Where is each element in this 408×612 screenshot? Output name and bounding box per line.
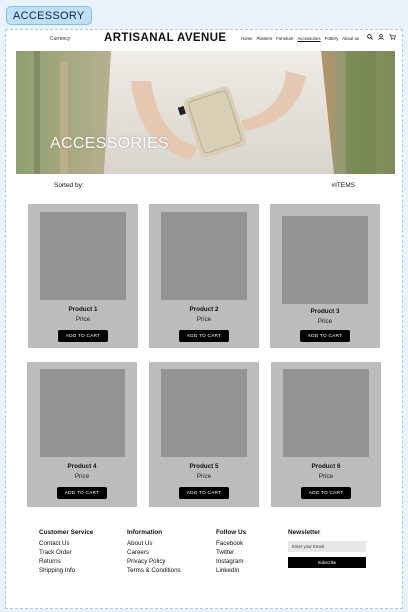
add-to-cart-button[interactable]: ADD TO CART	[301, 487, 351, 499]
add-to-cart-button[interactable]: ADD TO CART	[179, 330, 229, 342]
product-card[interactable]: Product 3 Price ADD TO CART	[270, 204, 380, 348]
product-price: Price	[317, 318, 333, 325]
hero-banner: ACCESSORIES	[16, 51, 395, 174]
hero-title: ACCESSORIES	[50, 135, 169, 152]
footer-link-facebook[interactable]: Facebook	[216, 539, 246, 548]
user-icon[interactable]	[378, 34, 384, 40]
footer-heading: Customer Service	[39, 529, 94, 536]
product-name: Product 5	[189, 463, 219, 470]
product-image[interactable]	[161, 369, 247, 457]
footer-link-shipping-info[interactable]: Shipping Info	[39, 566, 93, 575]
product-image[interactable]	[161, 212, 247, 300]
product-price: Price	[318, 473, 334, 480]
product-price: Price	[75, 316, 91, 323]
newsletter-heading: Newsletter	[288, 529, 321, 536]
footer-link-instagram[interactable]: Instagram	[216, 557, 246, 566]
cart-icon[interactable]	[389, 34, 396, 40]
site-header: Currency ARTISANAL AVENUE Home Planters …	[14, 29, 396, 49]
sort-bar: Sorted by: #ITEMS	[16, 180, 395, 194]
add-to-cart-button[interactable]: ADD TO CART	[179, 487, 229, 499]
footer-link-about-us[interactable]: About Us	[127, 539, 181, 548]
footer-follow-us: Follow Us Facebook Twitter Instagram Lin…	[216, 529, 246, 575]
main-nav: Home Planters Furniture Accessories Pott…	[241, 36, 359, 41]
product-image[interactable]	[40, 212, 126, 300]
nav-about-us[interactable]: About us	[342, 36, 359, 41]
brand-logo[interactable]: ARTISANAL AVENUE	[104, 32, 226, 44]
page-tag: ACCESSORY	[6, 6, 92, 25]
footer-heading: Follow Us	[216, 529, 247, 536]
product-name: Product 2	[189, 306, 219, 313]
nav-furniture[interactable]: Furniture	[276, 36, 293, 41]
newsletter-email-field[interactable]: Enter your Email	[288, 541, 366, 552]
product-card[interactable]: Product 5 Price ADD TO CART	[149, 362, 259, 507]
hero-image	[16, 51, 395, 174]
product-image[interactable]	[40, 369, 125, 457]
nav-planters[interactable]: Planters	[256, 36, 272, 41]
add-to-cart-button[interactable]: ADD TO CART	[58, 330, 108, 342]
items-count: #ITEMS	[331, 182, 355, 189]
footer-link-linkedin[interactable]: LinkedIn	[216, 566, 246, 575]
product-image[interactable]	[283, 369, 369, 457]
product-card[interactable]: Product 4 Price ADD TO CART	[27, 362, 137, 507]
nav-home[interactable]: Home	[241, 36, 252, 41]
add-to-cart-button[interactable]: ADD TO CART	[300, 330, 350, 342]
footer-heading: Information	[127, 529, 163, 536]
footer-link-twitter[interactable]: Twitter	[216, 548, 246, 557]
product-name: Product 6	[311, 463, 341, 470]
footer-link-contact-us[interactable]: Contact Us	[39, 539, 93, 548]
product-price: Price	[74, 473, 90, 480]
footer-link-privacy-policy[interactable]: Privacy Policy	[127, 557, 181, 566]
currency-selector[interactable]: Currency	[50, 36, 70, 42]
product-image[interactable]	[282, 216, 368, 304]
footer-link-track-order[interactable]: Track Order	[39, 548, 93, 557]
add-to-cart-button[interactable]: ADD TO CART	[57, 487, 107, 499]
footer-link-returns[interactable]: Returns	[39, 557, 93, 566]
product-card[interactable]: Product 2 Price ADD TO CART	[149, 204, 259, 348]
footer-link-careers[interactable]: Careers	[127, 548, 181, 557]
footer-information: Information About Us Careers Privacy Pol…	[127, 529, 181, 575]
subscribe-button[interactable]: Subscribe	[288, 557, 366, 568]
product-name: Product 1	[68, 306, 98, 313]
footer-link-terms[interactable]: Terms & Conditions	[127, 566, 181, 575]
product-name: Product 4	[67, 463, 97, 470]
site-footer: Customer Service Contact Us Track Order …	[0, 529, 408, 589]
product-name: Product 3	[310, 308, 340, 315]
nav-pottery[interactable]: Pottery	[325, 36, 339, 41]
product-price: Price	[196, 473, 212, 480]
product-card[interactable]: Product 1 Price ADD TO CART	[28, 204, 138, 348]
header-icons	[367, 34, 396, 40]
sort-dropdown[interactable]: Sorted by:	[54, 182, 84, 189]
footer-customer-service: Customer Service Contact Us Track Order …	[39, 529, 93, 575]
nav-accessories[interactable]: Accessories	[297, 36, 320, 41]
product-card[interactable]: Product 6 Price ADD TO CART	[271, 362, 381, 507]
search-icon[interactable]	[367, 34, 373, 40]
product-price: Price	[196, 316, 212, 323]
